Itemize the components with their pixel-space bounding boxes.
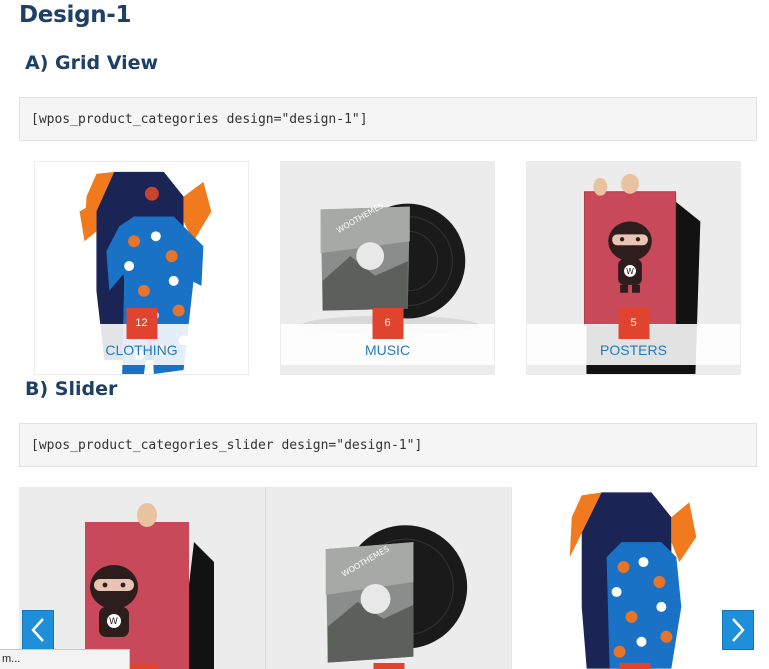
count-badge: [373, 663, 404, 669]
count-badge: [126, 663, 158, 669]
category-label-clothing[interactable]: CLOTHING: [35, 342, 248, 358]
slider-shortcode-box: [wpos_product_categories_slider design="…: [19, 423, 757, 467]
browser-status-bar: m...: [0, 649, 130, 669]
count-badge: 12: [126, 308, 157, 339]
slide-music[interactable]: WOOTHEMES: [265, 487, 511, 669]
slider-next-button[interactable]: [722, 610, 754, 650]
chevron-left-icon: [31, 618, 44, 642]
chevron-right-icon: [732, 618, 745, 642]
ninja-poster-image: W: [85, 503, 214, 669]
slide-clothing[interactable]: [511, 487, 757, 669]
slider-heading: B) Slider: [25, 378, 118, 400]
svg-text:W: W: [109, 617, 118, 627]
category-card-music[interactable]: WOOTHEMES 6 MUSIC: [280, 161, 495, 375]
onesie-pajamas-image: [569, 492, 697, 669]
grid-shortcode-box: [wpos_product_categories design="design-…: [19, 97, 757, 141]
count-badge: [619, 663, 650, 669]
slide-posters[interactable]: W: [19, 487, 265, 669]
category-slider[interactable]: W WOOTHEMES: [19, 487, 757, 669]
grid-view-heading: A) Grid View: [25, 52, 159, 74]
count-badge: 6: [372, 308, 403, 339]
category-label-music[interactable]: MUSIC: [281, 342, 494, 358]
vinyl-record-image: WOOTHEMES: [325, 525, 468, 663]
slider-prev-button[interactable]: [22, 610, 54, 650]
page: Design-1 A) Grid View [wpos_product_cate…: [0, 0, 769, 669]
svg-text:W: W: [626, 267, 634, 276]
category-card-clothing[interactable]: 12 CLOTHING: [34, 161, 249, 375]
category-label-posters[interactable]: POSTERS: [527, 342, 740, 358]
category-card-posters[interactable]: W 5 POSTERS: [526, 161, 741, 375]
count-badge: 5: [618, 308, 649, 339]
page-title: Design-1: [19, 2, 132, 28]
